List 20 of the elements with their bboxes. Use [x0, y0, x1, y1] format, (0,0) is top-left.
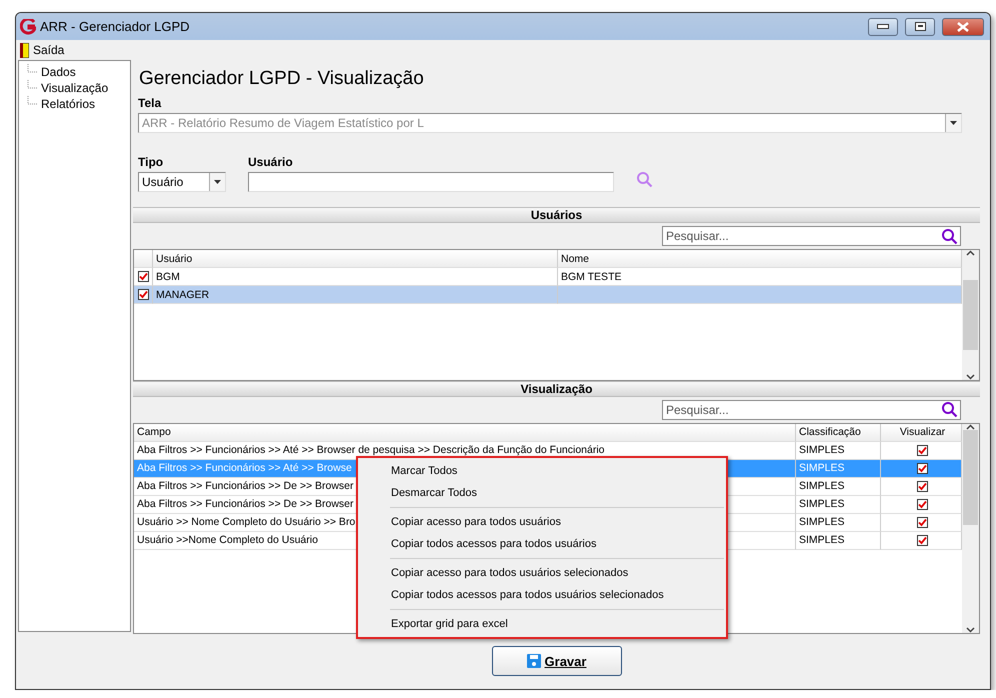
table-cell: Aba Filtros >> Funcionários >> De >> Browser	[137, 498, 354, 510]
table-cell: Aba Filtros >> Funcionários >> De >> Browser	[137, 480, 354, 492]
table-cell: SIMPLES	[799, 534, 845, 546]
table-cell: SIMPLES	[799, 480, 845, 492]
field-label: Tipo	[138, 155, 164, 170]
table-cell: MANAGER	[153, 286, 558, 304]
field-label: Tela	[138, 96, 162, 110]
table-cell: Aba Filtros >> Funcionários >> Até >> Browser de pesquisa >> Descrição da Função do Funcionário	[137, 444, 605, 456]
table-cell: SIMPLES	[799, 498, 845, 510]
table-cell: Usuário >>Nome Completo do Usuário	[137, 534, 318, 546]
window-title: ARR - Gerenciador LGPD	[40, 19, 191, 34]
page-heading: Gerenciador LGPD - Visualização	[138, 67, 425, 92]
table-cell: SIMPLES	[799, 516, 845, 528]
field-label: Usuário	[248, 155, 294, 170]
section-header: Visualização	[133, 380, 980, 397]
table-cell: SIMPLES	[799, 444, 845, 456]
table-cell: Usuário >> Nome Completo do Usuário >> Bro	[137, 516, 356, 528]
section-header: Usuários	[133, 207, 980, 224]
table-cell: Aba Filtros >> Funcionários >> Até >> Browse	[137, 462, 352, 474]
table-cell: SIMPLES	[799, 462, 845, 474]
